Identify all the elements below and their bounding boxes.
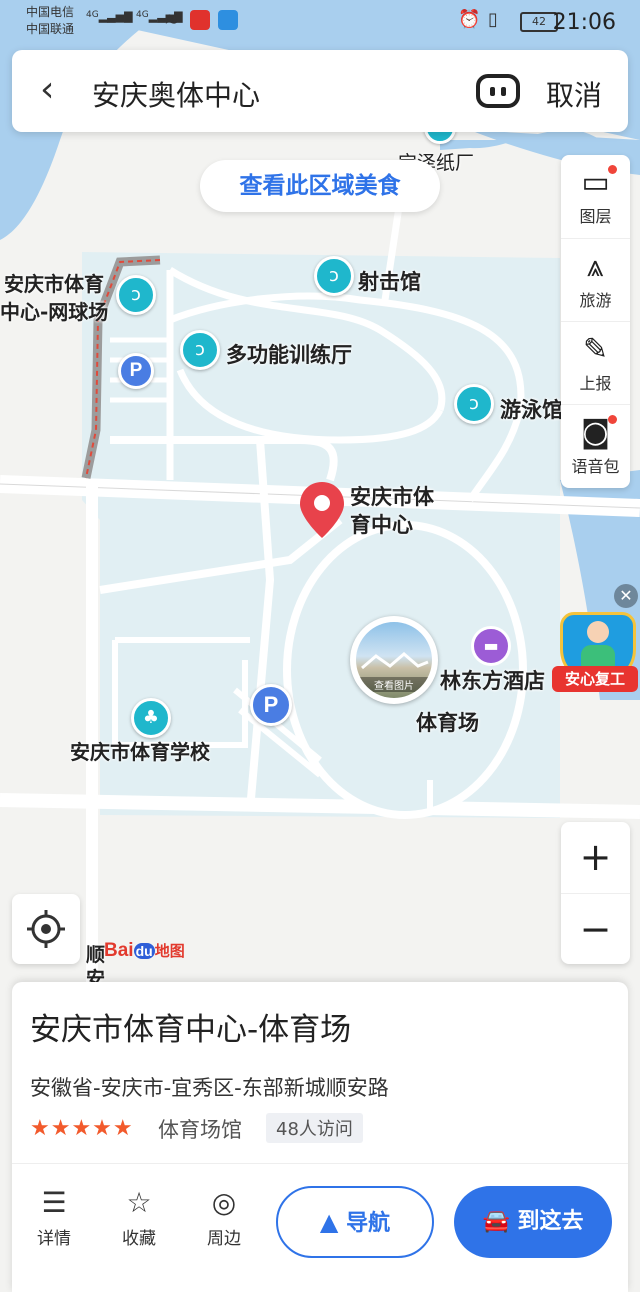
locate-me-button[interactable] [12, 894, 80, 964]
training-label[interactable]: 多功能训练厅 [226, 339, 352, 369]
navigation-arrow-icon: ▲ [319, 1208, 339, 1236]
zoom-out-icon[interactable]: − [561, 893, 630, 964]
swimming-label[interactable]: 游泳馆 [500, 394, 563, 424]
stadium-photo: 查看图片 [356, 622, 432, 698]
tennis-label-2: 中心-网球场 [0, 300, 109, 324]
promo-badge[interactable]: 安心复工 [552, 612, 638, 696]
place-detail-card[interactable]: 安庆市体育中心-体育场 安徽省-安庆市-宜秀区-东部新城顺安路 ★★★★★ 体育… [12, 982, 628, 1292]
back-arrow-icon[interactable]: ‹ [40, 72, 54, 108]
star-icon: ☆ [126, 1186, 152, 1219]
training-poi-icon[interactable]: ↄ [180, 330, 220, 370]
selected-location-pin-icon[interactable] [298, 480, 346, 540]
center-label-1[interactable]: 安庆市体 [350, 481, 434, 511]
voice-pack-button[interactable]: ◙ 语音包 [561, 404, 630, 488]
report-button[interactable]: ✎ 上报 [561, 321, 630, 405]
nearby-button[interactable]: ◎ 周边 [194, 1186, 254, 1249]
status-bar: 中国电信 中国联通 4G▂▃▅▇ 4G▂▃▅▇ ≋ ⏰ ▯ 42 21:06 [0, 0, 640, 44]
zoom-controls: + − [561, 822, 630, 964]
report-icon: ✎ [582, 332, 609, 367]
view-photo-label: 查看图片 [356, 677, 432, 692]
shooting-label[interactable]: 射击馆 [358, 266, 421, 296]
hotel-poi-icon[interactable]: ▬ [471, 626, 511, 666]
go-here-button[interactable]: 🚘 到这去 [454, 1186, 612, 1258]
school-poi-icon[interactable]: ♣ [131, 698, 171, 738]
tennis-label-1: 安庆市体育 [4, 272, 104, 296]
stadium-label[interactable]: 体育场 [416, 707, 479, 737]
layers-icon: ▭ [581, 165, 610, 200]
baidu-logo: Bai du 地图 [104, 940, 185, 961]
compass-icon: ◎ [211, 1186, 237, 1219]
hotel-label[interactable]: 林东方酒店 [440, 665, 545, 695]
parking-icon[interactable]: P [118, 353, 154, 389]
layers-button[interactable]: ▭ 图层 [561, 155, 630, 238]
assistant-robot-icon[interactable] [476, 74, 520, 108]
map-tools-panel: ▭ 图层 ⩓ 旅游 ✎ 上报 ◙ 语音包 [561, 155, 630, 488]
visit-count-badge: 48人访问 [266, 1113, 363, 1143]
travel-icon: ⩓ [587, 249, 604, 284]
promo-badge-label: 安心复工 [552, 666, 638, 692]
carrier-labels: 中国电信 中国联通 [26, 5, 75, 36]
crosshair-icon [27, 910, 65, 948]
car-icon: 🚘 [482, 1209, 510, 1234]
favorite-button[interactable]: ☆ 收藏 [109, 1186, 169, 1249]
tennis-poi-icon[interactable]: ↄ [116, 275, 156, 315]
vibrate-icon: ▯ [488, 9, 498, 30]
stadium-photo-bubble[interactable]: 查看图片 [350, 616, 438, 704]
close-promo-icon[interactable]: ✕ [614, 584, 638, 608]
search-bar: ‹ 安庆奥体中心 取消 [12, 50, 628, 132]
voice-pack-icon: ◙ [580, 415, 611, 450]
parking-icon-2[interactable]: P [250, 684, 292, 726]
road-label-partial-1: 顺 [86, 944, 106, 966]
travel-button[interactable]: ⩓ 旅游 [561, 238, 630, 322]
recorder-app-icon [190, 10, 210, 30]
cancel-button[interactable]: 取消 [546, 74, 602, 114]
zoom-in-icon[interactable]: + [561, 822, 630, 892]
place-category: 体育场馆 [158, 1118, 242, 1142]
center-label-2[interactable]: 育中心 [350, 509, 413, 539]
navigate-button[interactable]: ▲ 导航 [276, 1186, 434, 1258]
alarm-icon: ⏰ [458, 9, 481, 30]
search-query[interactable]: 安庆奥体中心 [92, 74, 260, 114]
shooting-poi-icon[interactable]: ↄ [314, 256, 354, 296]
area-food-button[interactable]: 查看此区域美食 [200, 160, 440, 212]
place-title: 安庆市体育中心-体育场 [30, 1012, 352, 1048]
details-button[interactable]: ☰ 详情 [24, 1186, 84, 1249]
card-divider [12, 1163, 628, 1164]
rating-stars: ★★★★★ [30, 1116, 134, 1141]
swimming-poi-icon[interactable]: ↄ [454, 384, 494, 424]
clock: 21:06 [552, 10, 616, 35]
place-address: 安徽省-安庆市-宜秀区-东部新城顺安路 [30, 1076, 389, 1100]
wifi-icon: ≋ [164, 9, 180, 30]
app-notification-icon [218, 10, 238, 30]
school-label[interactable]: 安庆市体育学校 [70, 736, 210, 765]
details-list-icon: ☰ [41, 1186, 67, 1219]
